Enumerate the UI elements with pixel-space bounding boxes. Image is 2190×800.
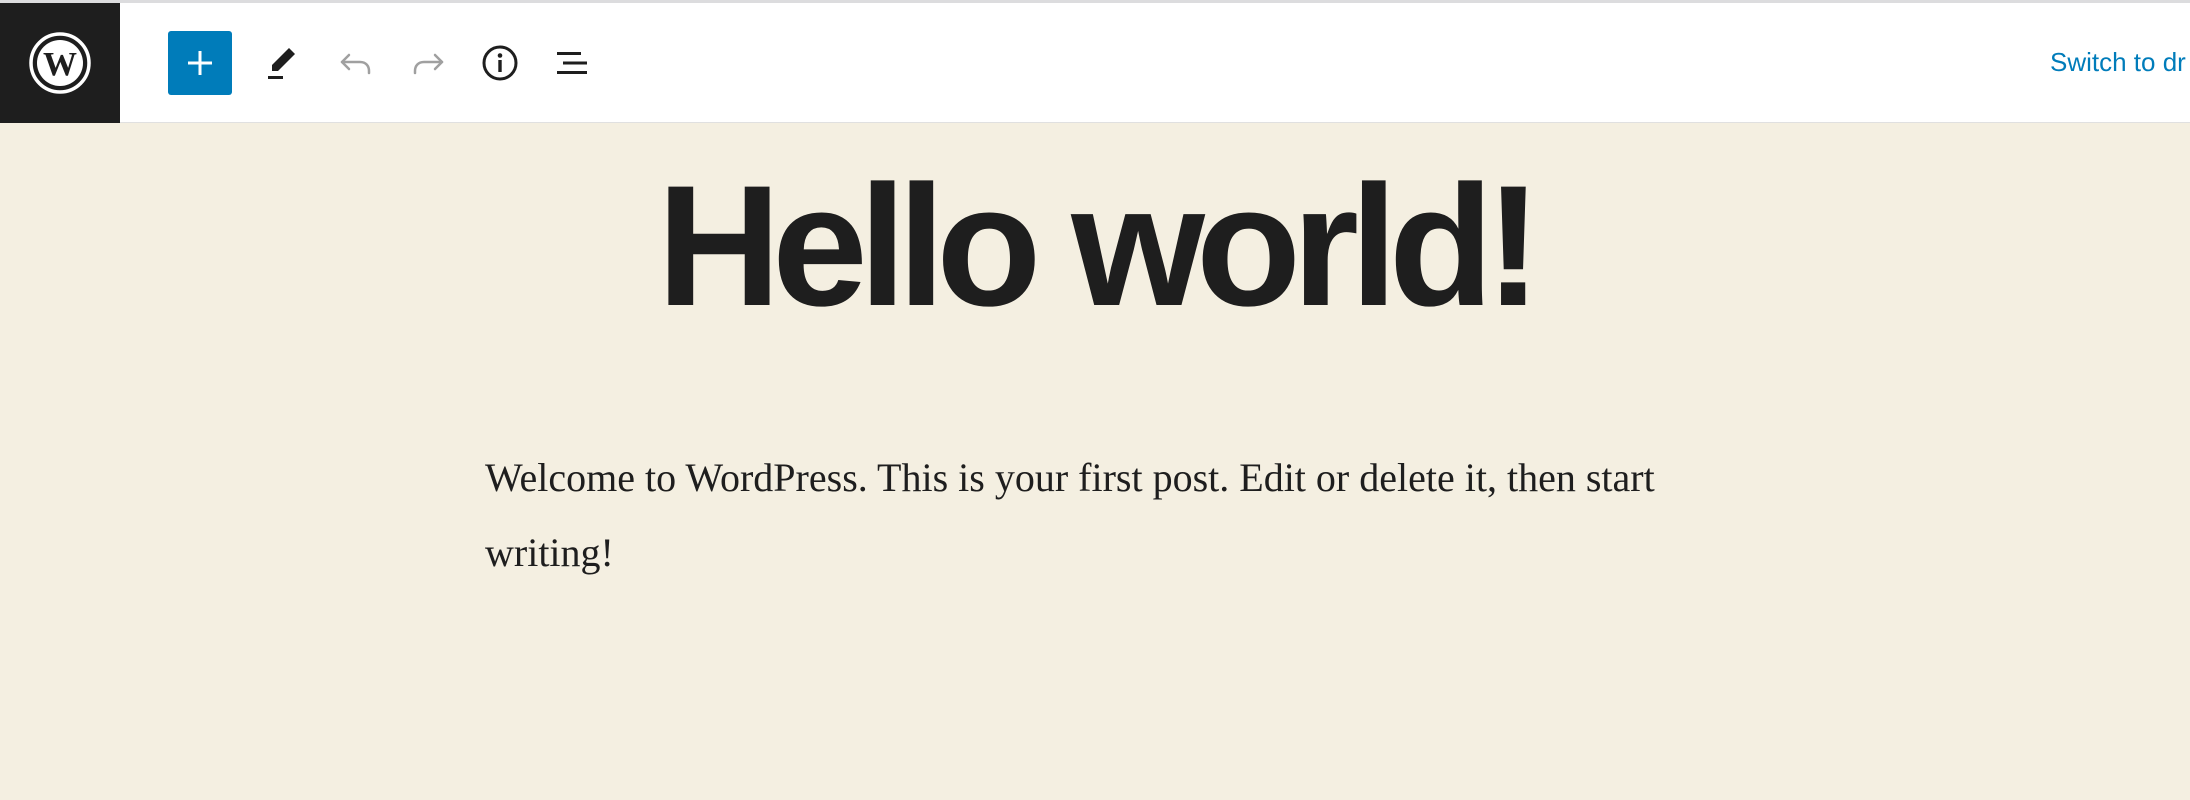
- list-view-button[interactable]: [540, 31, 604, 95]
- undo-icon: [340, 53, 371, 75]
- add-block-button[interactable]: [168, 31, 232, 95]
- info-icon: [482, 45, 518, 81]
- plus-icon: [188, 51, 212, 75]
- switch-to-draft-button[interactable]: Switch to dr: [2050, 47, 2186, 78]
- edit-tools-button[interactable]: [250, 31, 314, 95]
- post-title[interactable]: Hello world!: [0, 160, 2190, 332]
- redo-icon: [413, 53, 444, 75]
- svg-text:W: W: [43, 46, 77, 83]
- post-paragraph[interactable]: Welcome to WordPress. This is your first…: [485, 440, 1725, 590]
- wordpress-logo-icon[interactable]: W: [0, 3, 120, 123]
- details-button[interactable]: [468, 31, 532, 95]
- undo-button[interactable]: [324, 31, 388, 95]
- list-view-icon: [557, 52, 587, 74]
- redo-button[interactable]: [396, 31, 460, 95]
- editor-toolbar: W Switch to dr: [0, 3, 2190, 123]
- pencil-icon: [268, 48, 295, 79]
